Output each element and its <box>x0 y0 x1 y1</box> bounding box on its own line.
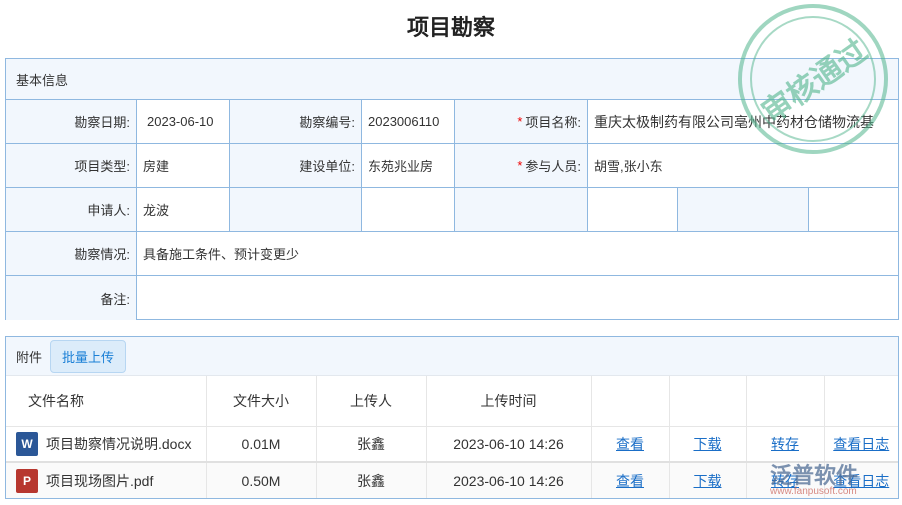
attachments-table: 文件名称 文件大小 上传人 上传时间 W 项目勘察情况说明.docx 0.01M … <box>6 376 898 498</box>
col-empty <box>591 376 670 427</box>
project-type-value: 房建 <box>137 144 230 187</box>
download-cell: 下载 <box>669 461 747 498</box>
info-row: 申请人: 龙波 <box>6 188 898 232</box>
view-link[interactable]: 查看 <box>616 473 644 489</box>
word-file-icon: W <box>16 431 38 456</box>
file-name: 项目勘察情况说明.docx <box>46 435 192 452</box>
situation-label: 勘察情况: <box>6 232 137 275</box>
col-uploader: 上传人 <box>316 376 427 427</box>
attachments-panel: 附件 批量上传 文件名称 文件大小 上传人 上传时间 W 项目勘察情况说明.doc… <box>5 336 899 499</box>
label-text: 参与人员: <box>525 159 581 174</box>
download-link[interactable]: 下载 <box>694 436 722 452</box>
col-empty <box>669 376 747 427</box>
remark-label: 备注: <box>6 276 137 320</box>
builder-label: 建设单位: <box>230 144 362 187</box>
survey-no-label: 勘察编号: <box>230 100 362 143</box>
save-link[interactable]: 转存 <box>771 473 799 489</box>
attachments-header: 附件 批量上传 <box>6 337 898 376</box>
attachments-title: 附件 <box>16 349 43 365</box>
required-icon: * <box>517 114 523 129</box>
empty-cell <box>230 188 362 231</box>
view-link[interactable]: 查看 <box>616 436 644 452</box>
file-size: 0.01M <box>206 426 317 463</box>
project-type-label: 项目类型: <box>6 144 137 187</box>
col-empty <box>824 376 898 427</box>
log-cell: 查看日志 <box>824 461 898 498</box>
empty-cell <box>455 188 588 231</box>
log-cell: 查看日志 <box>824 426 898 463</box>
remark-value <box>137 276 898 320</box>
col-file-name: 文件名称 <box>6 376 207 427</box>
pdf-file-icon: P <box>16 468 38 493</box>
required-icon: * <box>517 158 523 173</box>
empty-cell <box>588 188 678 231</box>
builder-value: 东苑兆业房 <box>362 144 455 187</box>
project-name-value: 重庆太极制药有限公司亳州中药材仓储物流基 <box>594 113 874 130</box>
col-file-size: 文件大小 <box>206 376 317 427</box>
survey-date-label: 勘察日期: <box>6 100 137 143</box>
uploader: 张鑫 <box>316 461 427 498</box>
participants-label: * 参与人员: <box>455 144 588 187</box>
view-cell: 查看 <box>591 461 670 498</box>
table-row: P 项目现场图片.pdf 0.50M 张鑫 2023-06-10 14:26 查看… <box>6 461 898 498</box>
basic-info-header: 基本信息 <box>6 59 898 100</box>
save-cell: 转存 <box>746 426 825 463</box>
file-size: 0.50M <box>206 461 317 498</box>
download-link[interactable]: 下载 <box>694 473 722 489</box>
save-link[interactable]: 转存 <box>771 436 799 452</box>
participants-value: 胡雪,张小东 <box>594 159 663 174</box>
download-cell: 下载 <box>669 426 747 463</box>
upload-time: 2023-06-10 14:26 <box>426 461 592 498</box>
table-header: 文件名称 文件大小 上传人 上传时间 <box>6 376 898 427</box>
uploader: 张鑫 <box>316 426 427 463</box>
situation-value: 具备施工条件、预计变更少 <box>143 247 300 262</box>
batch-upload-button[interactable]: 批量上传 <box>50 339 127 373</box>
applicant-value: 龙波 <box>137 188 230 231</box>
view-log-link[interactable]: 查看日志 <box>833 473 889 489</box>
basic-info-panel: 基本信息 勘察日期: 2023-06-10 勘察编号: 2023006110 *… <box>5 58 899 320</box>
info-row: 项目类型: 房建 建设单位: 东苑兆业房 * 参与人员: 胡雪,张小东 <box>6 144 898 188</box>
applicant-label: 申请人: <box>6 188 137 231</box>
survey-no-value: 2023006110 <box>362 100 455 143</box>
info-row: 勘察日期: 2023-06-10 勘察编号: 2023006110 * 项目名称:… <box>6 100 898 144</box>
view-cell: 查看 <box>591 426 670 463</box>
upload-time: 2023-06-10 14:26 <box>426 426 592 463</box>
file-name-cell: W 项目勘察情况说明.docx <box>6 426 207 463</box>
col-empty <box>746 376 825 427</box>
save-cell: 转存 <box>746 461 825 498</box>
empty-cell <box>678 188 809 231</box>
page-title: 项目勘察 <box>406 15 495 40</box>
view-log-link[interactable]: 查看日志 <box>833 436 889 452</box>
table-row: W 项目勘察情况说明.docx 0.01M 张鑫 2023-06-10 14:26… <box>6 426 898 463</box>
empty-cell <box>809 188 898 231</box>
label-text: 项目名称: <box>525 115 581 130</box>
survey-date-value: 2023-06-10 <box>137 100 230 143</box>
project-name-label: * 项目名称: <box>455 100 588 143</box>
info-row: 勘察情况: 具备施工条件、预计变更少 <box>6 232 898 276</box>
info-row: 备注: <box>6 276 898 320</box>
file-name: 项目现场图片.pdf <box>46 472 154 489</box>
col-upload-time: 上传时间 <box>426 376 592 427</box>
file-name-cell: P 项目现场图片.pdf <box>6 461 207 498</box>
empty-cell <box>362 188 455 231</box>
